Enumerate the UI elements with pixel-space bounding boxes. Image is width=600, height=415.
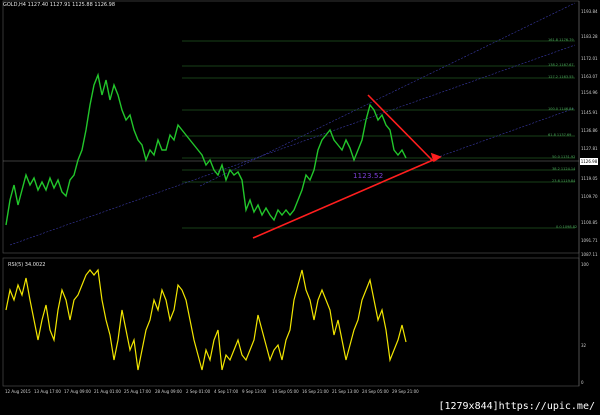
- fib-label: 138.2 1167.67: [548, 63, 574, 67]
- red-support-line: [252, 156, 441, 239]
- price-annotation: 1123.52: [353, 172, 384, 180]
- fib-label: 100.0 1146.84: [548, 107, 574, 111]
- price-tick: 1087.11: [581, 252, 598, 257]
- date-tick: 21 Aug 01:00: [94, 389, 121, 394]
- price-tick: 1127.81: [581, 146, 598, 151]
- current-price-badge: 1126.98: [580, 158, 598, 165]
- channel-upper-line: [199, 2, 576, 187]
- fib-label: 127.2 1163.55: [548, 75, 574, 79]
- fibonacci-levels[interactable]: [182, 40, 575, 229]
- date-tick: 25 Aug 17:00: [124, 389, 151, 394]
- date-tick: 17 Aug 09:00: [64, 389, 91, 394]
- channel-lower-line: [9, 44, 576, 246]
- price-tick: 1193.84: [581, 9, 598, 14]
- rsi-tick: 100: [581, 262, 589, 267]
- date-tick: 24 Sep 05:00: [362, 389, 389, 394]
- price-tick: 1172.01: [581, 56, 598, 61]
- date-tick: 16 Sep 21:00: [302, 389, 329, 394]
- date-tick: 21 Sep 13:00: [332, 389, 359, 394]
- fib-label: 50.0 1131.92: [552, 155, 576, 159]
- price-series: [5, 72, 407, 226]
- red-trend-lines[interactable]: [252, 94, 442, 239]
- trend-channel[interactable]: [9, 2, 576, 246]
- price-tick: 1145.91: [581, 110, 598, 115]
- rsi-tick: 0: [581, 380, 584, 385]
- fib-label: 61.8 1137.69: [548, 133, 572, 137]
- date-tick: 13 Aug 17:00: [34, 389, 61, 394]
- price-tick: 1091.71: [581, 238, 598, 243]
- price-tick: 1154.96: [581, 90, 598, 95]
- fib-label: 161.8 1176.79: [548, 38, 574, 42]
- symbol-header: GOLD,H4 1127.40 1127.91 1125.88 1126.98: [3, 2, 116, 8]
- rsi-header: RSI(5) 34.0022: [8, 262, 46, 268]
- date-tick: 14 Sep 05:00: [272, 389, 299, 394]
- date-tick: 28 Aug 09:00: [155, 389, 182, 394]
- price-tick: 1183.28: [581, 34, 598, 39]
- date-tick: 2 Sep 01:00: [186, 389, 211, 394]
- price-tick: 1163.07: [581, 74, 598, 79]
- date-tick: 29 Sep 21:00: [392, 389, 419, 394]
- fib-label: 38.2 1124.14: [552, 167, 576, 171]
- price-tick: 1136.86: [581, 128, 598, 133]
- rsi-series: [5, 268, 407, 371]
- price-tick: 1119.05: [581, 176, 598, 181]
- image-watermark: [1279x844]https://upic.me/: [435, 400, 598, 413]
- rsi-tick: 32: [581, 343, 587, 348]
- price-tick: 1109.70: [581, 194, 598, 199]
- red-resistance-line: [367, 94, 433, 161]
- date-tick: 9 Sep 13:00: [242, 389, 267, 394]
- date-tick: 12 Aug 2015: [5, 389, 31, 394]
- fib-label: 0.0 1098.82: [556, 225, 578, 229]
- price-tick: 1100.85: [581, 220, 598, 225]
- fib-label: 23.6 1119.84: [552, 179, 576, 183]
- date-tick: 4 Sep 17:00: [214, 389, 239, 394]
- chart-canvas[interactable]: [0, 0, 600, 415]
- red-arrow-head: [430, 152, 442, 163]
- price-panel-frame: [2, 0, 580, 254]
